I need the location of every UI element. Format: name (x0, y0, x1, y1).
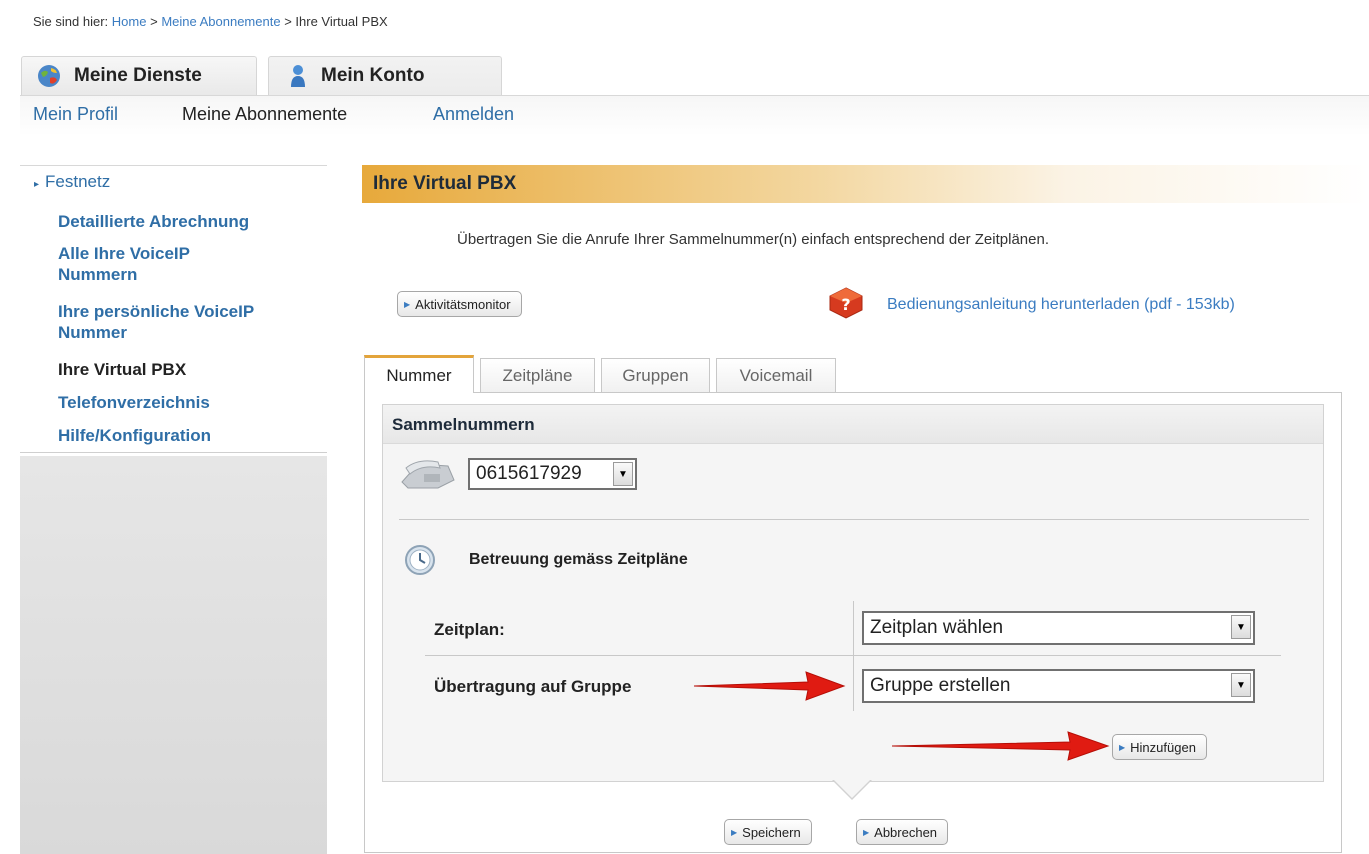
tab-mein-konto[interactable]: Mein Konto (268, 56, 502, 95)
zeitplan-select[interactable]: Zeitplan wählen ▼ (862, 611, 1255, 645)
intro-text: Übertragen Sie die Anrufe Ihrer Sammelnu… (457, 231, 1049, 248)
sidebar-item-voiceip-nummern[interactable]: Alle Ihre VoiceIP Nummern (58, 243, 228, 285)
add-button[interactable]: ▶ Hinzufügen (1112, 734, 1207, 760)
play-arrow-icon: ▶ (731, 827, 738, 837)
subnav-anmelden[interactable]: Anmelden (433, 104, 514, 125)
phone-icon (401, 460, 455, 489)
help-icon[interactable]: ? (826, 286, 866, 320)
tab-meine-dienste[interactable]: Meine Dienste (21, 56, 257, 95)
zeitplan-label: Zeitplan: (434, 620, 505, 639)
subnav-mein-profil[interactable]: Mein Profil (33, 104, 118, 125)
activity-monitor-button[interactable]: ▶ Aktivitätsmonitor (397, 291, 522, 317)
breadcrumb-separator: > (284, 14, 292, 29)
sammelnummern-header: Sammelnummern (383, 405, 1323, 444)
download-manual-link[interactable]: Bedienungsanleitung herunterladen (pdf -… (887, 296, 1235, 314)
dropdown-arrow-icon: ▼ (613, 462, 633, 486)
play-arrow-icon: ▶ (1119, 742, 1126, 752)
breadcrumb: Sie sind hier: Home > Meine Abonnemente … (33, 14, 388, 29)
sidebar-item-virtual-pbx[interactable]: Ihre Virtual PBX (58, 359, 186, 380)
clock-icon (405, 545, 435, 575)
tab-voicemail[interactable]: Voicemail (716, 358, 836, 393)
save-button[interactable]: ▶ Speichern (724, 819, 812, 845)
tab-nummer[interactable]: Nummer (364, 355, 474, 393)
bullet-icon: ▸ (34, 179, 40, 190)
sammelnummern-title: Sammelnummern (392, 415, 535, 434)
breadcrumb-abonnemente[interactable]: Meine Abonnemente (161, 14, 280, 29)
breadcrumb-current: Ihre Virtual PBX (295, 14, 388, 29)
form-column-divider (853, 601, 854, 711)
breadcrumb-home[interactable]: Home (112, 14, 147, 29)
divider (399, 519, 1309, 520)
cancel-button[interactable]: ▶ Abbrechen (856, 819, 949, 845)
breadcrumb-prefix: Sie sind hier: (33, 14, 109, 29)
subnav-meine-abonnemente[interactable]: Meine Abonnemente (182, 104, 347, 125)
play-arrow-icon: ▶ (404, 299, 411, 309)
gruppe-select[interactable]: Gruppe erstellen ▼ (862, 669, 1255, 703)
sidebar-item-hilfe[interactable]: Hilfe/Konfiguration (58, 425, 211, 446)
gruppe-label: Übertragung auf Gruppe (434, 677, 632, 696)
red-arrow-icon (693, 671, 846, 701)
sidebar-item-telefonverzeichnis[interactable]: Telefonverzeichnis (58, 392, 210, 413)
sidebar-item-persoenliche-nummer[interactable]: Ihre persönliche VoiceIP Nummer (58, 301, 308, 343)
sub-navigation: Mein Profil Meine Abonnemente Anmelden (20, 95, 1369, 136)
sidebar: ▸ Festnetz Detaillierte Abrechnung Alle I… (20, 165, 327, 854)
play-arrow-icon: ▶ (863, 827, 870, 837)
sidebar-section-festnetz[interactable]: ▸ Festnetz (34, 172, 110, 192)
sammelnummer-select[interactable]: 0615617929 ▼ (468, 458, 637, 490)
page-header: Ihre Virtual PBX (362, 165, 1369, 203)
box-pointer-fill (834, 780, 870, 798)
form-row-divider (425, 655, 1281, 656)
red-arrow-icon (891, 731, 1110, 761)
user-icon (291, 65, 305, 87)
tab-zeitplaene[interactable]: Zeitpläne (480, 358, 595, 393)
tab-label: Meine Dienste (74, 65, 202, 86)
dropdown-arrow-icon: ▼ (1231, 615, 1251, 639)
dropdown-arrow-icon: ▼ (1231, 673, 1251, 697)
sidebar-divider (20, 452, 327, 453)
svg-text:?: ? (841, 295, 850, 314)
tab-gruppen[interactable]: Gruppen (601, 358, 710, 393)
breadcrumb-separator: > (150, 14, 158, 29)
schedule-heading: Betreuung gemäss Zeitpläne (469, 551, 688, 568)
sidebar-item-abrechnung[interactable]: Detaillierte Abrechnung (58, 211, 249, 232)
page-title: Ihre Virtual PBX (373, 173, 517, 194)
tab-label: Mein Konto (321, 65, 425, 86)
globe-icon (38, 65, 60, 87)
